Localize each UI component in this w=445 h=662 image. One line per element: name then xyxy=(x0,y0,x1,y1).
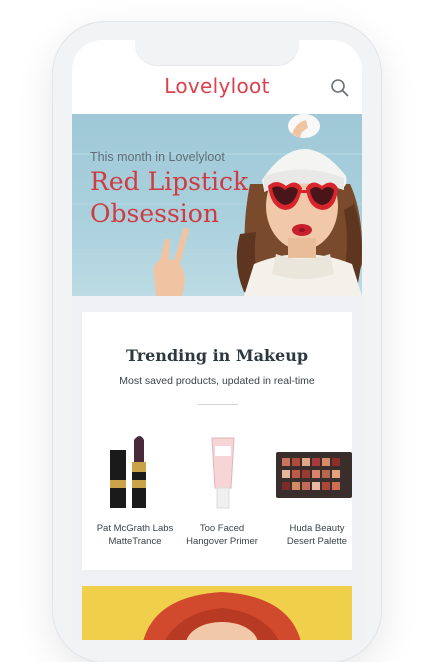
phone-notch xyxy=(135,40,299,66)
product-card[interactable]: Pat McGrath Labs MatteTrance xyxy=(90,432,180,547)
product-card[interactable]: Too Faced Hangover Primer xyxy=(177,432,267,547)
search-icon[interactable] xyxy=(330,78,350,98)
divider xyxy=(198,404,238,405)
primer-tube-image xyxy=(211,437,235,509)
content-area: Trending in Makeup Most saved products, … xyxy=(72,296,362,640)
app-logo[interactable]: Lovelyloot xyxy=(72,74,362,98)
promo-banner[interactable] xyxy=(82,586,352,640)
hero-banner[interactable]: This month in Lovelyloot Red Lipstick Ob… xyxy=(72,114,362,296)
trending-card: Trending in Makeup Most saved products, … xyxy=(82,312,352,570)
lipstick-image xyxy=(110,436,146,508)
promo-image xyxy=(143,592,301,640)
trending-subtitle: Most saved products, updated in real-tim… xyxy=(119,375,315,387)
product-card[interactable]: Huda Beauty Desert Palette xyxy=(272,432,362,547)
trending-title: Trending in Makeup xyxy=(125,346,309,365)
app-screen: Lovelyloot This month in Lovelyloot Red … xyxy=(72,40,362,640)
hero-title[interactable]: Red Lipstick Obsession xyxy=(90,166,260,230)
hero-subtitle: This month in Lovelyloot xyxy=(90,150,225,164)
product-name: Too Faced Hangover Primer xyxy=(186,523,258,547)
product-name: Huda Beauty Desert Palette xyxy=(286,523,348,547)
eyeshadow-palette-image xyxy=(276,452,352,498)
